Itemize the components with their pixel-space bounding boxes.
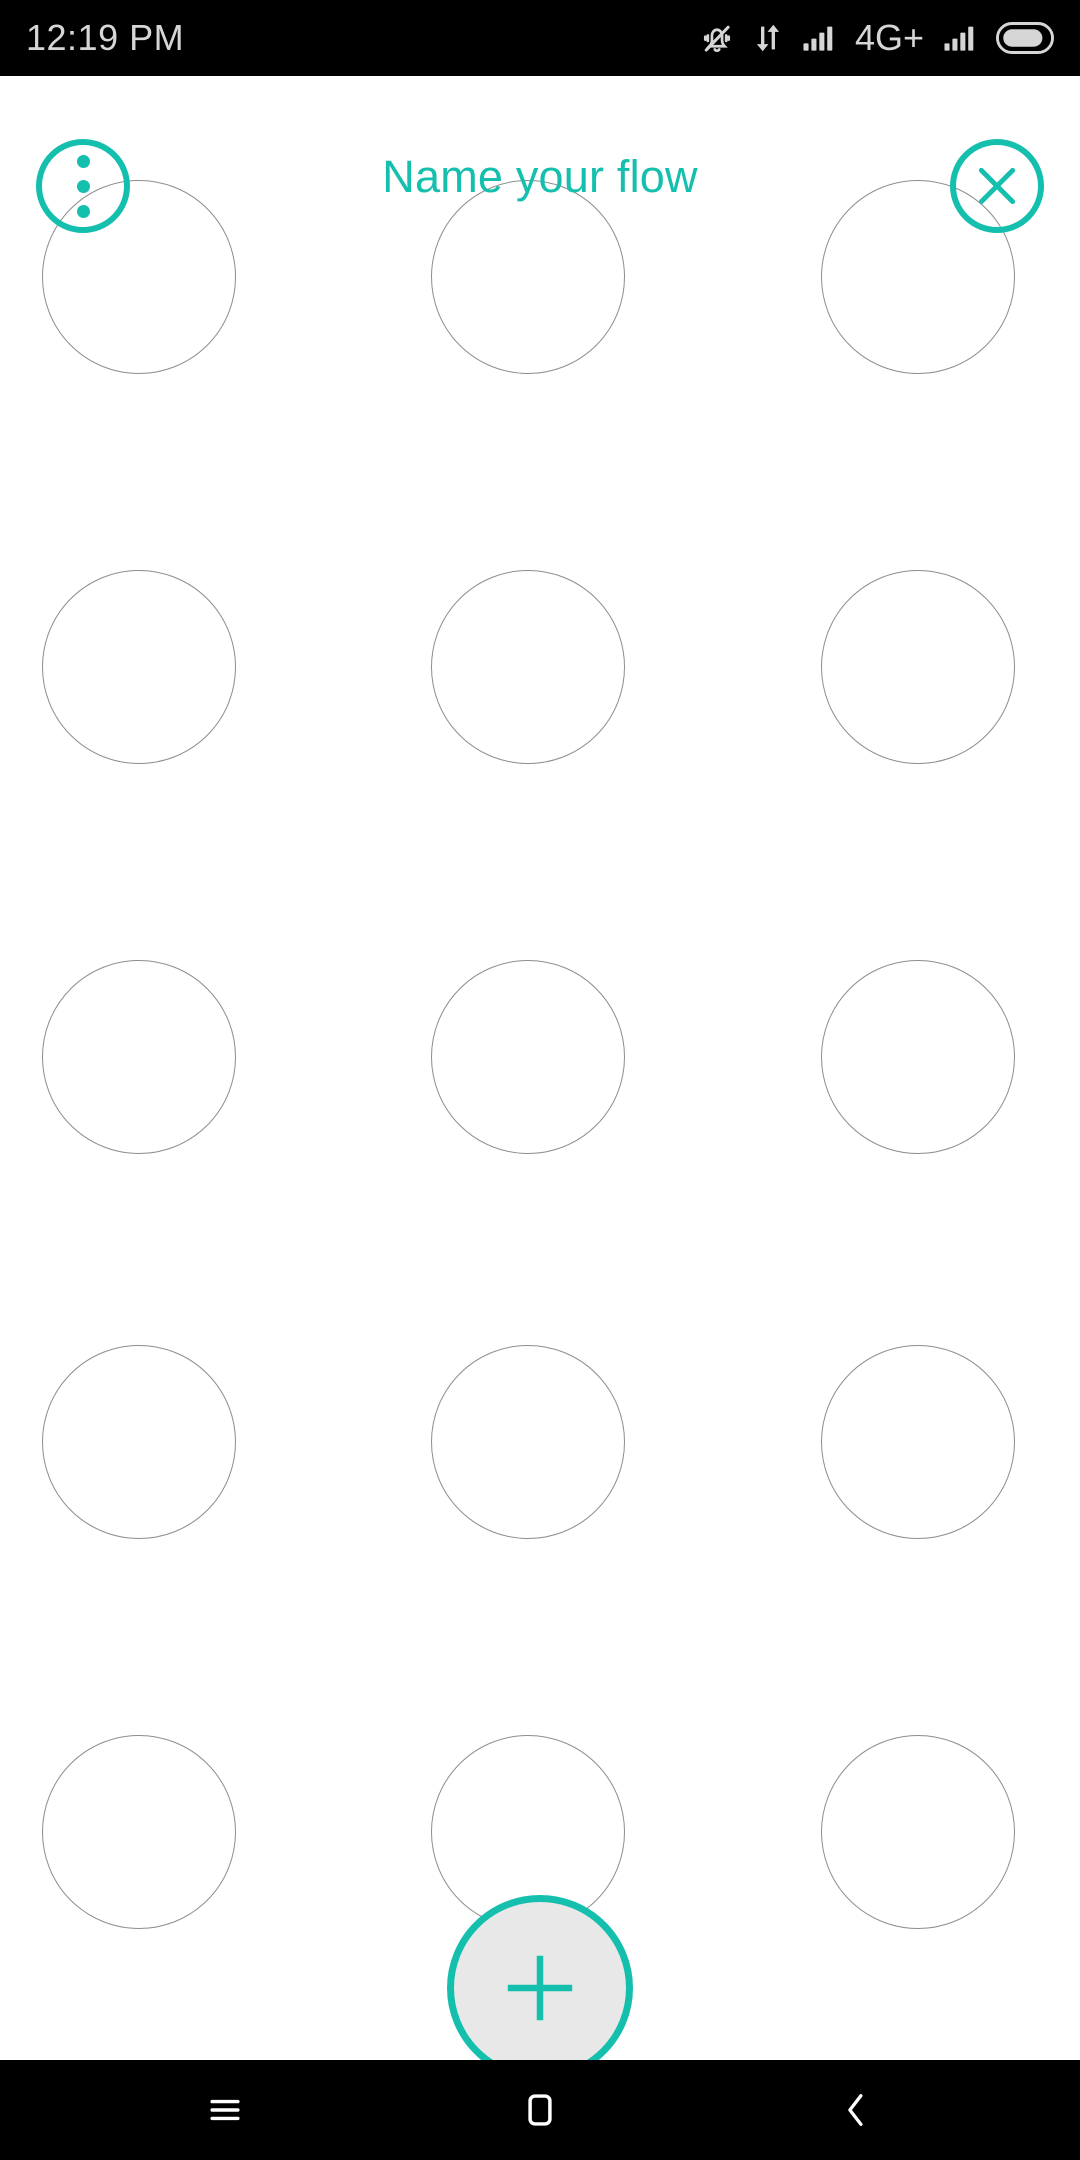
flow-slot-circle[interactable] [431,1345,625,1539]
status-bar-clock: 12:19 PM [26,17,185,58]
flow-slot-circle[interactable] [42,1345,236,1539]
plus-icon [507,1955,573,2021]
hamburger-menu-icon [210,2099,240,2121]
flow-slot-circle[interactable] [821,1345,1015,1539]
flow-canvas [0,76,1080,2060]
menu-dot [76,204,90,218]
flow-slot-circle[interactable] [42,960,236,1154]
silent-bell-icon [703,25,731,53]
recents-button[interactable] [135,2060,315,2160]
data-transfer-icon [756,24,780,52]
chevron-left-icon [848,2094,863,2126]
back-button[interactable] [765,2060,945,2160]
flow-slot-circle[interactable] [431,960,625,1154]
flow-slot-circle[interactable] [821,1735,1015,1929]
overflow-menu-button[interactable] [36,139,130,233]
flow-slot-circle[interactable] [431,180,625,374]
signal-bars-sim2-icon [944,26,974,51]
home-square-icon [528,2094,552,2126]
flow-slot-grid [0,76,1080,2060]
battery-icon [996,22,1054,54]
flow-slot-circle[interactable] [42,570,236,764]
close-x-icon [978,167,1016,205]
add-step-button[interactable] [447,1895,633,2081]
flow-slot-circle[interactable] [821,960,1015,1154]
close-button[interactable] [950,139,1044,233]
system-navigation-bar [0,2060,1080,2160]
menu-dot [76,154,90,168]
home-button[interactable] [450,2060,630,2160]
flow-slot-circle[interactable] [821,570,1015,764]
status-bar: 12:19 PM 4G+ [0,0,1080,76]
three-dots-vertical-icon [76,154,90,218]
flow-slot-circle[interactable] [42,1735,236,1929]
status-bar-icons: 4G+ [698,19,1054,57]
flow-slot-circle[interactable] [431,570,625,764]
network-type-label: 4G+ [854,17,924,58]
signal-bars-sim1-icon [803,26,833,51]
menu-dot [76,179,90,193]
